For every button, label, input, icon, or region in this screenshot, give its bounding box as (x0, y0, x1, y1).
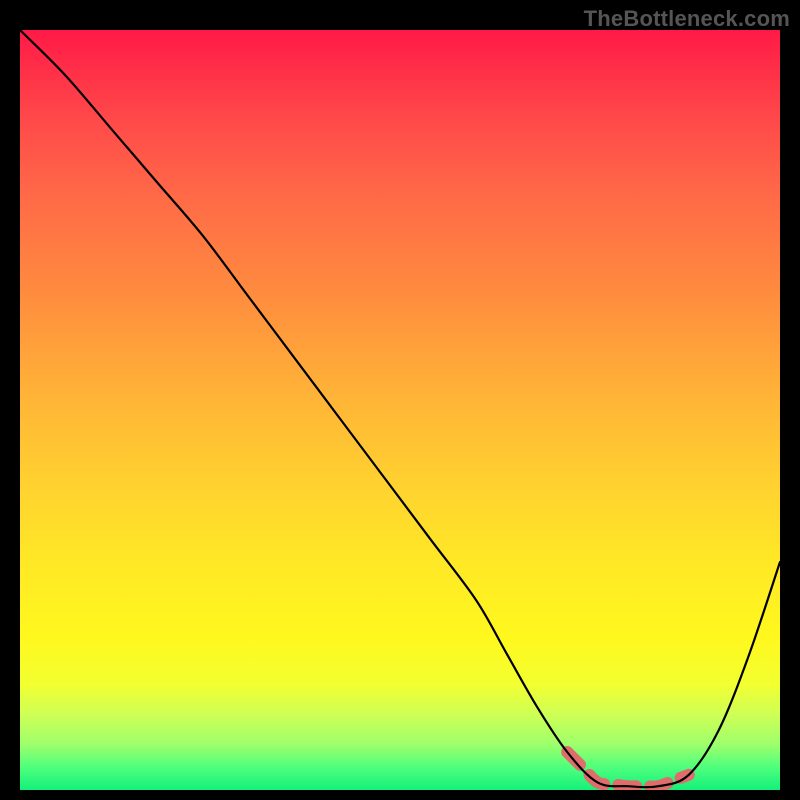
highlight-band (567, 752, 689, 787)
chart-overlay-svg (20, 30, 780, 790)
bottleneck-curve-path (20, 30, 780, 787)
chart-stage: TheBottleneck.com (0, 0, 800, 800)
watermark-text: TheBottleneck.com (584, 6, 790, 32)
